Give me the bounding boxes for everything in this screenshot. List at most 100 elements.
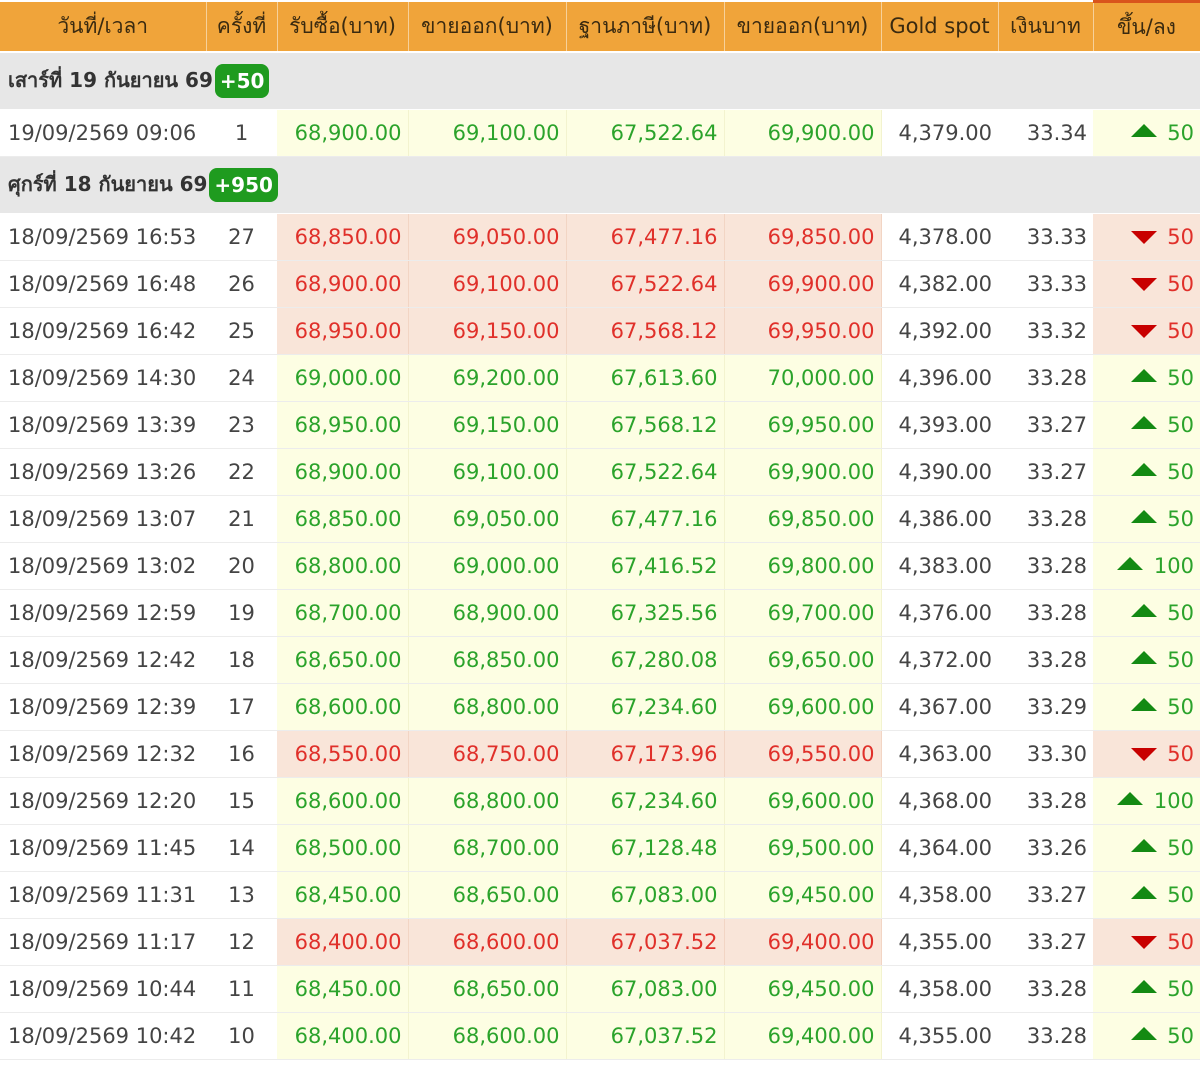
cell-round: 21	[206, 495, 277, 543]
change-value: 50	[1167, 507, 1194, 531]
cell-buy: 68,450.00	[277, 871, 409, 919]
cell-round: 20	[206, 542, 277, 590]
cell-change: 50	[1093, 636, 1200, 684]
cell-datetime: 18/09/2569 10:42	[0, 1012, 206, 1060]
cell-change: 100	[1093, 542, 1200, 590]
cell-sell: 68,800.00	[408, 683, 567, 731]
change-value: 50	[1167, 460, 1194, 484]
cell-round: 12	[206, 918, 277, 966]
cell-change: 50	[1093, 1012, 1200, 1060]
triangle-down-icon	[1131, 748, 1157, 761]
cell-gold-spot: 4,376.00	[881, 589, 998, 637]
cell-buy: 68,600.00	[277, 683, 409, 731]
cell-sell-2: 69,700.00	[724, 589, 882, 637]
table-row: 18/09/2569 16:42 25 68,950.00 69,150.00 67,5…	[0, 307, 1200, 355]
cell-buy: 68,700.00	[277, 589, 409, 637]
cell-round: 10	[206, 1012, 277, 1060]
date-group-header: เสาร์ที่ 19 กันยายน 69 +50	[0, 51, 1200, 110]
cell-thb: 33.28	[998, 777, 1093, 825]
header-sell-2[interactable]: ขายออก(บาท)	[724, 1, 882, 53]
change-value: 50	[1167, 413, 1194, 437]
cell-gold-spot: 4,372.00	[881, 636, 998, 684]
cell-thb: 33.28	[998, 965, 1093, 1013]
table-body: เสาร์ที่ 19 กันยายน 69 +50 19/09/2569 09:0…	[0, 51, 1200, 1060]
table-row: 18/09/2569 13:07 21 68,850.00 69,050.00 67,4…	[0, 495, 1200, 543]
cell-thb: 33.27	[998, 401, 1093, 449]
cell-gold-spot: 4,379.00	[881, 109, 998, 157]
cell-datetime: 18/09/2569 16:48	[0, 260, 206, 308]
cell-sell-2: 69,900.00	[724, 448, 882, 496]
cell-tax-base: 67,083.00	[566, 965, 725, 1013]
cell-sell: 69,050.00	[408, 495, 567, 543]
cell-thb: 33.28	[998, 495, 1093, 543]
cell-sell-2: 69,950.00	[724, 401, 882, 449]
table-row: 18/09/2569 14:30 24 69,000.00 69,200.00 67,6…	[0, 354, 1200, 402]
triangle-up-icon	[1131, 886, 1157, 899]
header-sell[interactable]: ขายออก(บาท)	[408, 1, 567, 53]
cell-round: 26	[206, 260, 277, 308]
change-value: 50	[1167, 1024, 1194, 1048]
cell-round: 27	[206, 213, 277, 261]
cell-round: 24	[206, 354, 277, 402]
change-value: 50	[1167, 977, 1194, 1001]
cell-datetime: 18/09/2569 13:26	[0, 448, 206, 496]
cell-round: 14	[206, 824, 277, 872]
cell-datetime: 18/09/2569 10:44	[0, 965, 206, 1013]
cell-gold-spot: 4,355.00	[881, 918, 998, 966]
table-row: 18/09/2569 11:17 12 68,400.00 68,600.00 67,0…	[0, 918, 1200, 966]
cell-thb: 33.28	[998, 354, 1093, 402]
cell-sell: 68,650.00	[408, 965, 567, 1013]
cell-tax-base: 67,522.64	[566, 109, 725, 157]
table-row: 18/09/2569 13:26 22 68,900.00 69,100.00 67,5…	[0, 448, 1200, 496]
cell-datetime: 18/09/2569 14:30	[0, 354, 206, 402]
cell-change: 50	[1093, 683, 1200, 731]
cell-thb: 33.26	[998, 824, 1093, 872]
change-value: 50	[1167, 319, 1194, 343]
cell-round: 11	[206, 965, 277, 1013]
cell-datetime: 18/09/2569 11:45	[0, 824, 206, 872]
cell-gold-spot: 4,367.00	[881, 683, 998, 731]
date-group-cell: เสาร์ที่ 19 กันยายน 69 +50	[0, 51, 1200, 110]
cell-sell: 69,150.00	[408, 401, 567, 449]
change-value: 50	[1167, 648, 1194, 672]
daily-change-badge: +50	[214, 64, 270, 99]
cell-buy: 68,400.00	[277, 918, 409, 966]
date-group-title: ศุกร์ที่ 18 กันยายน 69	[8, 171, 208, 196]
cell-thb: 33.34	[998, 109, 1093, 157]
cell-tax-base: 67,416.52	[566, 542, 725, 590]
triangle-down-icon	[1131, 231, 1157, 244]
header-round[interactable]: ครั้งที่	[206, 1, 278, 53]
cell-change: 50	[1093, 109, 1200, 157]
cell-sell-2: 69,500.00	[724, 824, 882, 872]
cell-gold-spot: 4,378.00	[881, 213, 998, 261]
change-value: 100	[1153, 789, 1194, 813]
cell-datetime: 18/09/2569 11:17	[0, 918, 206, 966]
header-tax-base[interactable]: ฐานภาษี(บาท)	[566, 1, 725, 53]
cell-sell-2: 69,450.00	[724, 965, 882, 1013]
date-group-cell: ศุกร์ที่ 18 กันยายน 69 +950	[0, 156, 1200, 214]
triangle-up-icon	[1131, 604, 1157, 617]
cell-buy: 68,800.00	[277, 542, 409, 590]
cell-sell: 68,600.00	[408, 1012, 567, 1060]
triangle-down-icon	[1131, 325, 1157, 338]
header-buy[interactable]: รับซื้อ(บาท)	[277, 1, 409, 53]
cell-thb: 33.28	[998, 589, 1093, 637]
cell-datetime: 18/09/2569 12:59	[0, 589, 206, 637]
header-gold-spot[interactable]: Gold spot	[881, 1, 999, 53]
header-thb[interactable]: เงินบาท	[998, 1, 1094, 53]
header-datetime[interactable]: วันที่/เวลา	[0, 1, 207, 53]
cell-sell: 68,650.00	[408, 871, 567, 919]
cell-buy: 68,450.00	[277, 965, 409, 1013]
header-change[interactable]: ขึ้น/ลง	[1093, 0, 1200, 53]
cell-tax-base: 67,477.16	[566, 213, 725, 261]
cell-gold-spot: 4,364.00	[881, 824, 998, 872]
cell-round: 13	[206, 871, 277, 919]
cell-datetime: 18/09/2569 13:39	[0, 401, 206, 449]
cell-round: 23	[206, 401, 277, 449]
cell-thb: 33.27	[998, 448, 1093, 496]
cell-sell: 69,200.00	[408, 354, 567, 402]
cell-tax-base: 67,325.56	[566, 589, 725, 637]
cell-buy: 68,950.00	[277, 401, 409, 449]
cell-sell: 69,050.00	[408, 213, 567, 261]
triangle-up-icon	[1131, 369, 1157, 382]
